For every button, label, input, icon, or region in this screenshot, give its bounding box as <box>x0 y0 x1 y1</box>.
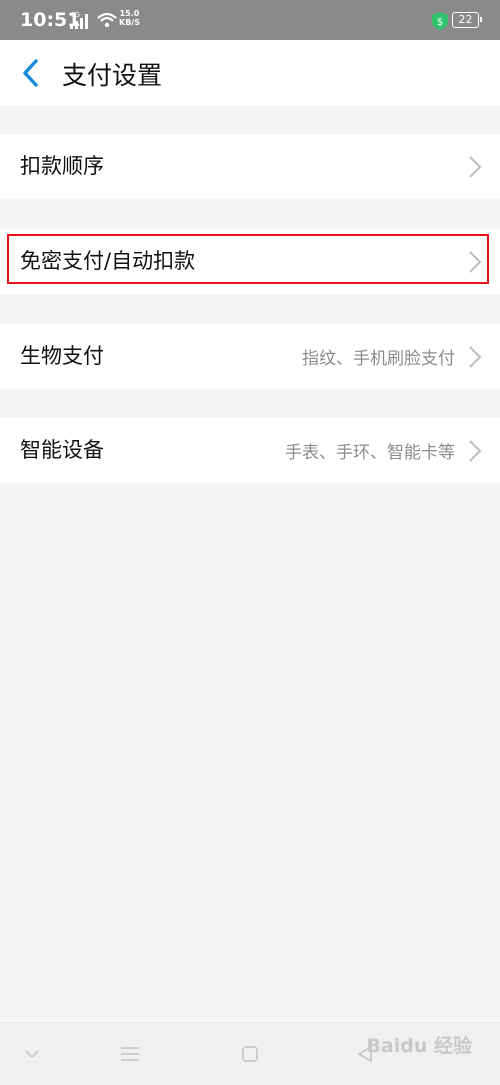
settings-item-deduction-order[interactable]: 扣款顺序 <box>0 134 500 199</box>
security-shield-icon: $ <box>432 12 448 30</box>
settings-item-value: 指纹、手机刷脸支付 <box>302 349 455 369</box>
highlight-annotation-box <box>7 234 489 284</box>
chevron-right-icon <box>469 440 482 462</box>
settings-item-smart-devices[interactable]: 智能设备 手表、手环、智能卡等 <box>0 418 500 483</box>
settings-item-label: 生物支付 <box>20 344 104 368</box>
svg-text:$: $ <box>437 17 443 28</box>
settings-item-label: 智能设备 <box>20 438 104 462</box>
menu-icon[interactable] <box>120 1046 140 1062</box>
watermark-text: Baidu 经验 <box>366 1035 472 1057</box>
back-arrow-icon[interactable] <box>16 57 46 89</box>
hide-keyboard-icon[interactable] <box>24 1049 40 1059</box>
settings-item-value: 手表、手环、智能卡等 <box>285 443 455 463</box>
home-icon[interactable] <box>241 1045 259 1063</box>
network-speed: 15.0 KB/S <box>119 9 140 27</box>
battery-indicator: 22 <box>452 12 482 28</box>
settings-item-label: 扣款顺序 <box>20 154 104 178</box>
chevron-right-icon <box>469 346 482 368</box>
settings-item-biometric-payment[interactable]: 生物支付 指纹、手机刷脸支付 <box>0 324 500 389</box>
network-type: 4G <box>70 11 80 19</box>
chevron-right-icon <box>469 156 482 178</box>
status-bar: 10:51 4G 15.0 KB/S $ 22 <box>0 0 500 40</box>
header: 支付设置 <box>0 40 500 106</box>
system-navigation-bar: Baidu 经验 <box>0 1022 500 1085</box>
page-title: 支付设置 <box>62 61 163 90</box>
